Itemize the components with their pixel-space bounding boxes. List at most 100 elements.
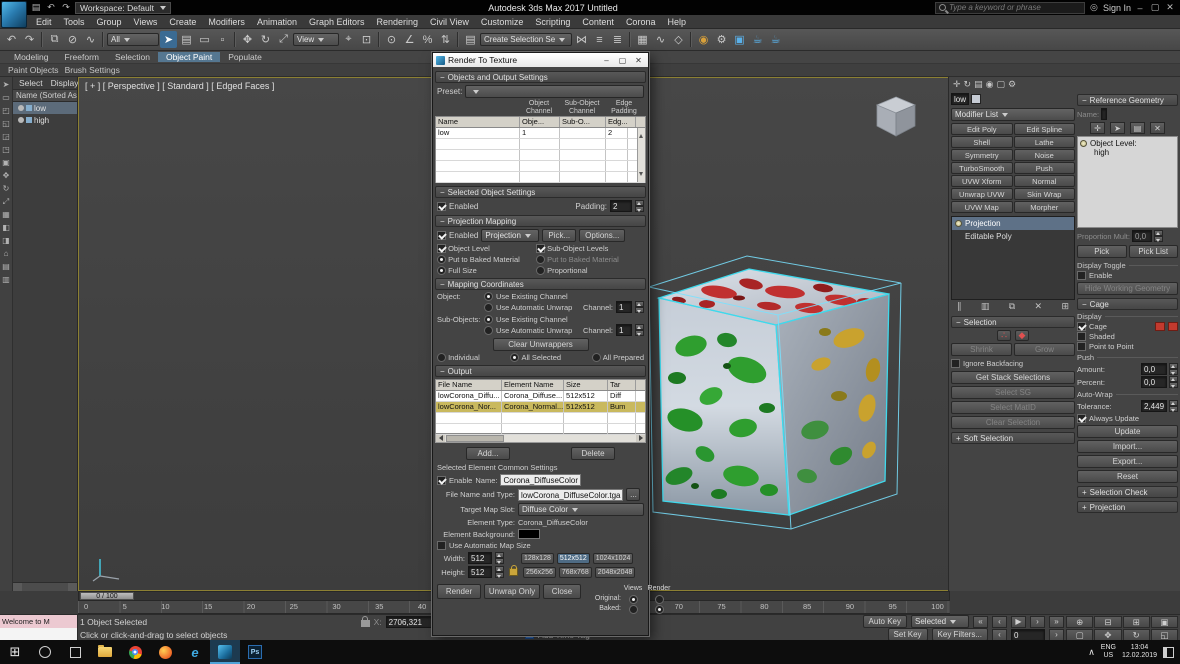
stack-item-projection[interactable]: Projection [952, 217, 1074, 230]
dialog-minimize-button[interactable]: – [600, 56, 613, 65]
tab-object-paint[interactable]: Object Paint [157, 52, 221, 62]
pick-button[interactable]: Pick [1077, 245, 1127, 258]
window-crossing-icon[interactable]: ▫ [214, 31, 231, 48]
close-window-icon[interactable]: ✕ [1164, 2, 1176, 13]
menu-tools[interactable]: Tools [58, 17, 91, 27]
remove-reference-icon[interactable]: ✕ [1150, 122, 1165, 134]
reference-coordinate-select[interactable]: View [293, 33, 339, 46]
use-automatic-unwrap-radio[interactable] [484, 302, 493, 312]
left-toolbar-icon[interactable]: ◨ [2, 236, 10, 246]
rollout-output[interactable]: − Output [435, 365, 646, 377]
rollout-projection-mapping[interactable]: − Projection Mapping [435, 215, 646, 227]
3dsmax-logo-icon[interactable] [1, 1, 27, 28]
selection-lock-icon[interactable] [360, 615, 370, 627]
language-indicator[interactable]: ENG US [1101, 644, 1116, 660]
new-scene-icon[interactable]: ▤ [30, 2, 42, 13]
table-row-selected[interactable]: lowCorona_Nor... Corona_Normal... 512x51… [436, 402, 645, 413]
use-existing-channel-radio[interactable] [484, 292, 493, 301]
schematic-view-icon[interactable]: ◇ [670, 31, 687, 48]
layer-manager-icon[interactable]: ≣ [609, 31, 626, 48]
percent-snap-icon[interactable]: % [419, 31, 436, 48]
reset-button[interactable]: Reset [1077, 470, 1178, 483]
menu-animation[interactable]: Animation [251, 17, 303, 27]
task-view-icon[interactable] [60, 640, 90, 664]
list-item[interactable]: low [13, 102, 77, 114]
edit-named-selections-icon[interactable]: ▤ [462, 31, 479, 48]
modify-tab-icon[interactable]: ↻ [964, 79, 972, 90]
dialog-close-button[interactable]: ✕ [632, 56, 645, 65]
panel-paint-objects[interactable]: Paint Objects [8, 65, 59, 75]
pin-stack-icon[interactable]: ∥ [957, 301, 962, 312]
render-iterative-icon[interactable]: ☕ [767, 31, 784, 48]
play-icon[interactable]: ▶ [1011, 615, 1026, 628]
left-toolbar-icon[interactable]: ⌂ [4, 249, 9, 259]
ignore-backfacing-checkbox[interactable] [951, 359, 960, 368]
table-row[interactable]: low 1 2 [436, 128, 645, 139]
left-toolbar-icon[interactable]: ◧ [2, 223, 10, 233]
tolerance-spinner[interactable] [1169, 400, 1178, 412]
menu-customize[interactable]: Customize [475, 17, 530, 27]
modifier-button[interactable]: Normal [1013, 175, 1075, 187]
menu-group[interactable]: Group [91, 17, 128, 27]
table-row[interactable]: lowCorona_Diffu... Corona_Diffuse... 512… [436, 391, 645, 402]
display-tab-icon[interactable]: ▢ [996, 79, 1005, 90]
left-toolbar-icon[interactable]: ◳ [2, 145, 10, 155]
explorer-column-header[interactable]: Name (Sorted Ascen [13, 90, 77, 102]
rollout-objects-output-settings[interactable]: − Objects and Output Settings [435, 71, 646, 83]
left-toolbar-icon[interactable]: ◱ [2, 119, 10, 129]
file-explorer-icon[interactable] [90, 640, 120, 664]
list-reference-icon[interactable]: ▤ [1130, 122, 1145, 134]
explorer-menu-select[interactable]: Select [15, 78, 47, 88]
enabled-checkbox[interactable] [437, 201, 446, 211]
edge-icon[interactable]: e [180, 640, 210, 664]
align-icon[interactable]: ≡ [591, 31, 608, 48]
left-toolbar-icon[interactable]: ▤ [2, 262, 10, 272]
tab-selection[interactable]: Selection [107, 52, 158, 62]
element-background-swatch[interactable] [518, 529, 540, 539]
start-button[interactable]: ⊞ [0, 640, 30, 664]
zoom-all-icon[interactable]: ⊟ [1094, 616, 1122, 628]
tab-freeform[interactable]: Freeform [57, 52, 107, 62]
point-to-point-checkbox[interactable] [1077, 342, 1086, 351]
select-sg-button[interactable]: Select SG [951, 386, 1075, 399]
all-prepared-radio[interactable] [591, 353, 601, 362]
panel-brush-settings[interactable]: Brush Settings [65, 65, 120, 75]
menu-scripting[interactable]: Scripting [529, 17, 576, 27]
tab-populate[interactable]: Populate [220, 52, 270, 62]
modifier-button[interactable]: Morpher [1013, 201, 1075, 213]
rollout-selected-object-settings[interactable]: − Selected Object Settings [435, 186, 646, 198]
redo-quick-icon[interactable]: ↷ [60, 2, 72, 13]
mirror-icon[interactable]: ⋈ [573, 31, 590, 48]
select-manipulate-icon[interactable]: ⊡ [358, 31, 375, 48]
width-spinner[interactable] [495, 552, 504, 564]
go-to-start-icon[interactable]: « [973, 615, 988, 628]
reference-item-high[interactable]: high [1080, 148, 1175, 157]
tab-modeling[interactable]: Modeling [6, 52, 57, 62]
size-256-button[interactable]: 256x256 [523, 566, 556, 578]
render-baked-radio[interactable] [654, 604, 664, 614]
reference-geometry-list[interactable]: Object Level: high [1077, 136, 1178, 228]
current-time-field[interactable]: 0 [1011, 628, 1045, 641]
undo-icon[interactable]: ↶ [3, 31, 20, 48]
maxscript-mini-listener[interactable]: Welcome to M [0, 615, 78, 641]
preset-select[interactable] [465, 85, 644, 98]
modifier-button[interactable]: Skin Wrap [1013, 188, 1075, 200]
next-frame-icon[interactable]: › [1030, 615, 1045, 628]
3dsmax-taskbar-icon[interactable] [210, 640, 240, 664]
modifier-button[interactable]: Unwrap UVW [951, 188, 1013, 200]
minimize-window-icon[interactable]: – [1134, 3, 1146, 13]
material-editor-icon[interactable]: ◉ [695, 31, 712, 48]
tolerance-field[interactable]: 2,449 [1141, 400, 1167, 412]
clear-unwrappers-button[interactable]: Clear Unwrappers [492, 338, 589, 351]
put-to-baked-material-radio[interactable] [437, 255, 446, 264]
explorer-scrollbar[interactable] [13, 582, 77, 591]
rollout-selection-check[interactable]: + Selection Check [1077, 486, 1178, 498]
remove-modifier-icon[interactable]: ✕ [1035, 301, 1043, 312]
lock-aspect-icon[interactable] [509, 565, 518, 576]
auto-key-button[interactable]: Auto Key [862, 615, 907, 628]
signin-button[interactable]: Sign In [1103, 3, 1131, 13]
projection-select[interactable]: Projection [481, 229, 540, 242]
rendered-frame-window-icon[interactable]: ▣ [731, 31, 748, 48]
modifier-button[interactable]: Shell [951, 136, 1013, 148]
full-size-radio[interactable] [437, 266, 446, 275]
